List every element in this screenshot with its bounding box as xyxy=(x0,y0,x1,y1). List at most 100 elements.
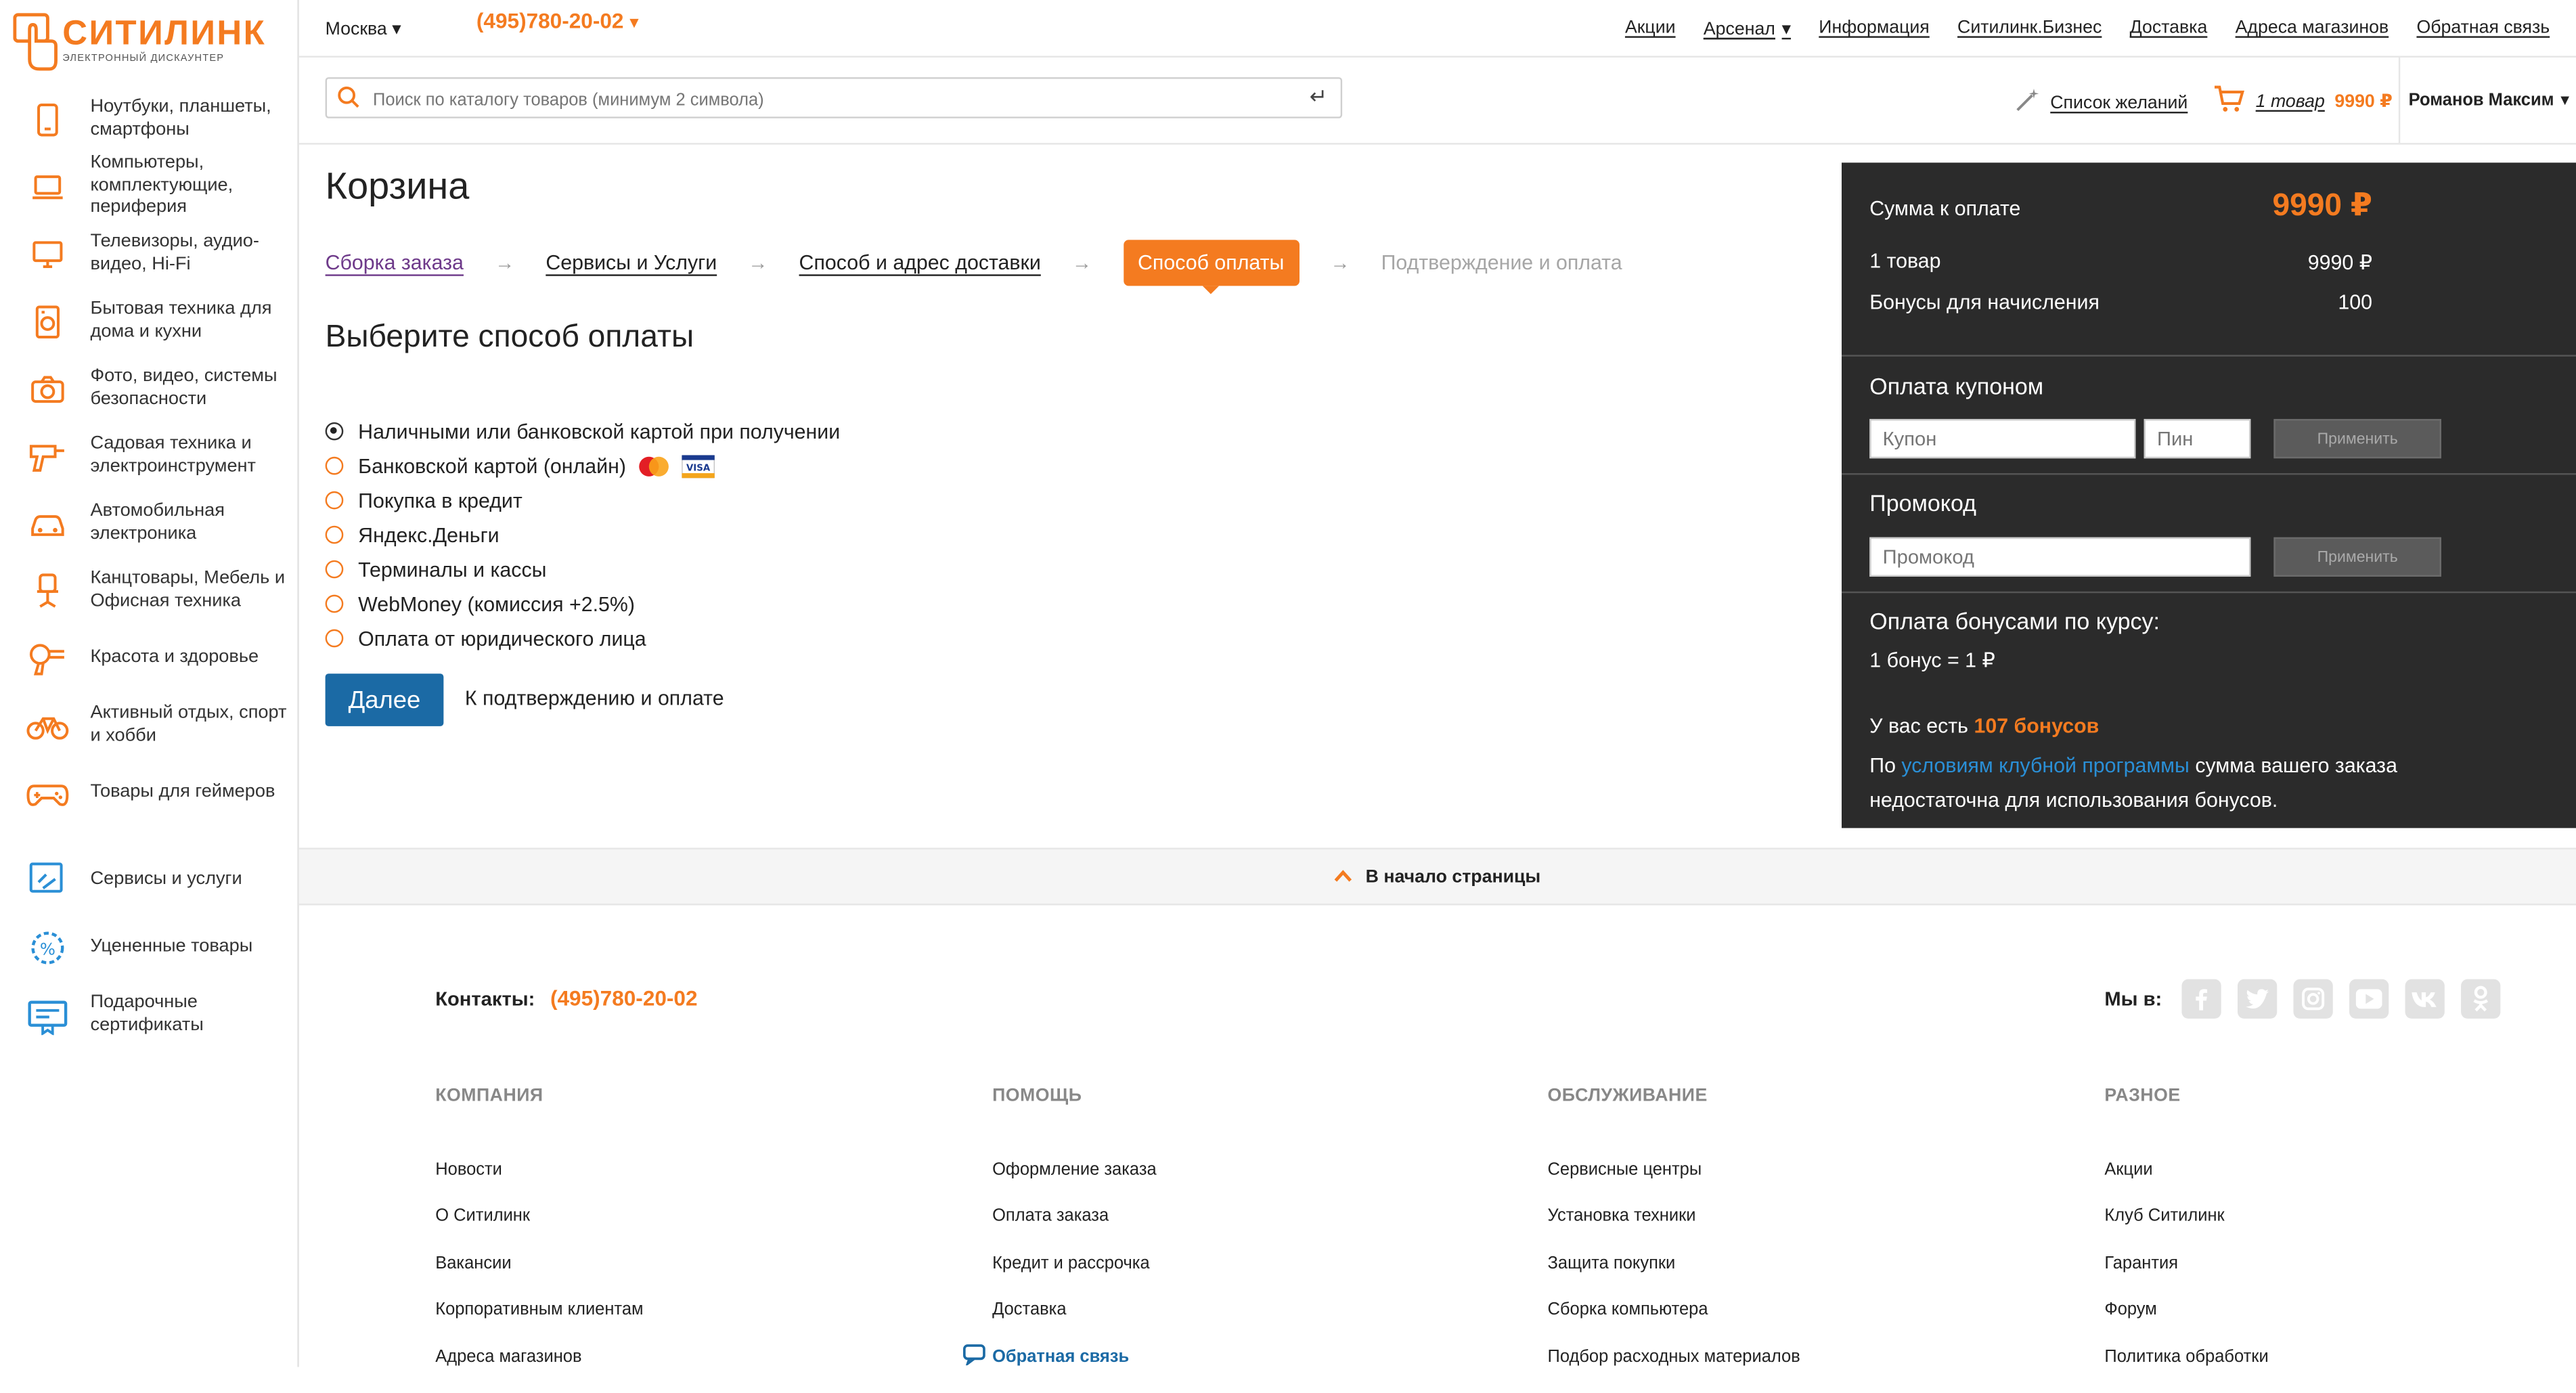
coupon-input[interactable] xyxy=(1869,418,2136,459)
vk-icon[interactable] xyxy=(2405,979,2445,1019)
citilink-logo[interactable]: СИТИЛИНК ЭЛЕКТРОННЫЙ ДИСКАУНТЕР xyxy=(13,10,284,76)
footer-link[interactable]: Вакансии xyxy=(435,1253,643,1300)
radio-button[interactable] xyxy=(325,629,344,648)
visa-icon: VISA xyxy=(682,454,715,478)
radio-button[interactable] xyxy=(325,456,344,475)
footer-link[interactable]: Адреса магазинов xyxy=(435,1346,643,1393)
footer-link[interactable]: Доставка xyxy=(992,1300,1157,1346)
payment-method-yandex[interactable]: Яндекс.Деньги xyxy=(325,518,841,552)
sidebar-item-garden[interactable]: Садовая техника и электроинструмент xyxy=(0,422,297,490)
sidebar-item-phones[interactable]: Ноутбуки, планшеты, смартфоны xyxy=(0,85,297,153)
sidebar-item-label: Автомобильная электроника xyxy=(90,501,225,544)
sidebar-item-services[interactable]: Сервисы и услуги xyxy=(0,846,297,914)
promo-apply-button[interactable]: Применить xyxy=(2273,537,2441,577)
arrow-right-icon: → xyxy=(1071,251,1092,275)
payment-method-webmoney[interactable]: WebMoney (комиссия +2.5%) xyxy=(325,587,841,621)
drill-icon xyxy=(24,433,70,479)
feedback-link[interactable]: Обратная связь xyxy=(962,1344,1129,1371)
top-link-info[interactable]: Информация xyxy=(1819,18,1930,40)
footer-link[interactable]: Форум xyxy=(2104,1300,2268,1346)
user-name: Романов Максим xyxy=(2408,90,2554,110)
camera-icon xyxy=(24,366,70,412)
svg-text:%: % xyxy=(40,938,55,958)
enter-icon[interactable]: ↵ xyxy=(1310,84,1327,110)
top-link-business[interactable]: Ситилинк.Бизнес xyxy=(1957,18,2102,40)
mastercard-icon xyxy=(639,456,669,476)
youtube-icon[interactable] xyxy=(2349,979,2389,1019)
method-label: Терминалы и кассы xyxy=(358,558,547,581)
top-link-feedback[interactable]: Обратная связь xyxy=(2416,18,2550,40)
payment-method-terminals[interactable]: Терминалы и кассы xyxy=(325,552,841,587)
footer-link[interactable]: Сервисные центры xyxy=(1548,1160,1800,1207)
header-phone[interactable]: (495)780-20-02 ▾ xyxy=(476,8,639,32)
footer-link[interactable]: Кредит и рассрочка xyxy=(992,1253,1157,1300)
sidebar-item-tv[interactable]: Телевизоры, аудио-видео, Hi-Fi xyxy=(0,220,297,288)
cart-link[interactable]: 1 товар 9990 ₽ xyxy=(2213,84,2393,118)
total-value: 9990 ₽ xyxy=(2272,189,2373,224)
radio-button[interactable] xyxy=(325,491,344,510)
footer-link[interactable]: Защита покупки xyxy=(1548,1253,1800,1300)
footer-link[interactable]: Корпоративным клиентам xyxy=(435,1300,643,1346)
instagram-icon[interactable] xyxy=(2293,979,2333,1019)
top-link-actions[interactable]: Акции xyxy=(1625,18,1676,40)
pin-input[interactable] xyxy=(2144,418,2251,459)
top-link-stores[interactable]: Адреса магазинов xyxy=(2236,18,2389,40)
top-link-arsenal[interactable]: Арсенал ▾ xyxy=(1704,18,1791,39)
sidebar-item-auto[interactable]: Автомобильная электроника xyxy=(0,489,297,557)
office-chair-icon xyxy=(24,568,70,614)
sidebar-item-gift[interactable]: Подарочные сертификаты xyxy=(0,981,297,1048)
back-to-top[interactable]: В начало страницы xyxy=(298,847,2576,906)
top-link-delivery[interactable]: Доставка xyxy=(2130,18,2208,40)
items-value: 9990 ₽ xyxy=(2307,251,2373,275)
radio-button[interactable] xyxy=(325,525,344,544)
step-delivery[interactable]: Способ и адрес доставки xyxy=(799,251,1041,274)
odnoklassniki-icon[interactable] xyxy=(2460,979,2501,1019)
club-program-link[interactable]: условиям клубной программы xyxy=(1901,754,2189,777)
search-box: ↵ xyxy=(325,77,1343,120)
search-row: ↵ Список желаний 1 товар 9990 ₽ Романов … xyxy=(298,57,2576,145)
next-button[interactable]: Далее xyxy=(325,673,444,726)
cart-count: 1 товар xyxy=(2255,91,2325,111)
promo-input[interactable] xyxy=(1869,537,2251,577)
step-services[interactable]: Сервисы и Услуги xyxy=(546,251,717,274)
sidebar-item-gaming[interactable]: Товары для геймеров xyxy=(0,759,297,826)
bonus-section: Оплата бонусами по курсу: 1 бонус = 1 ₽ … xyxy=(1842,593,2576,828)
contacts-phone[interactable]: (495)780-20-02 xyxy=(550,986,698,1010)
footer-link[interactable]: Установка техники xyxy=(1548,1207,1800,1254)
footer-link[interactable]: Гарантия xyxy=(2104,1253,2268,1300)
footer-link[interactable]: Подбор расходных материалов xyxy=(1548,1346,1800,1393)
payment-method-legal[interactable]: Оплата от юридического лица xyxy=(325,621,841,656)
step-assembly[interactable]: Сборка заказа xyxy=(326,251,464,274)
sidebar-item-appliances[interactable]: Бытовая техника для дома и кухни xyxy=(0,288,297,355)
facebook-icon[interactable] xyxy=(2181,979,2221,1019)
twitter-icon[interactable] xyxy=(2237,979,2278,1019)
sidebar-item-office[interactable]: Канцтовары, Мебель и Офисная техника xyxy=(0,557,297,625)
payment-method-card-online[interactable]: Банковской картой (онлайн) VISA xyxy=(325,449,841,483)
footer-link[interactable]: О Ситилинк xyxy=(435,1207,643,1254)
top-bar: Москва ▾ (495)780-20-02 ▾ Акции Арсенал ▾… xyxy=(298,0,2576,58)
radio-button[interactable] xyxy=(325,594,344,613)
sidebar-item-discount[interactable]: % Уцененные товары xyxy=(0,914,297,981)
sidebar-item-sport[interactable]: Активный отдых, спорт и хобби xyxy=(0,692,297,759)
footer-link[interactable]: Сборка компьютера xyxy=(1548,1300,1800,1346)
footer-link[interactable]: Оформление заказа xyxy=(992,1160,1157,1207)
footer-col-service: ОБСЛУЖИВАНИЕ Сервисные центры Установка … xyxy=(1548,1086,1800,1393)
footer-link[interactable]: Политика обработки xyxy=(2104,1346,2268,1393)
footer-link[interactable]: Оплата заказа xyxy=(992,1207,1157,1254)
search-input[interactable] xyxy=(370,79,1297,120)
payment-method-credit[interactable]: Покупка в кредит xyxy=(325,483,841,518)
sidebar-item-beauty[interactable]: Красота и здоровье xyxy=(0,624,297,692)
sidebar-item-photo[interactable]: Фото, видео, системы безопасности xyxy=(0,355,297,422)
city-selector[interactable]: Москва ▾ xyxy=(326,18,401,39)
user-menu[interactable]: Романов Максим ▾ xyxy=(2398,57,2576,143)
footer-link[interactable]: Новости xyxy=(435,1160,643,1207)
footer-link[interactable]: Клуб Ситилинк xyxy=(2104,1207,2268,1254)
radio-selected[interactable] xyxy=(325,422,344,441)
payment-method-cash[interactable]: Наличными или банковской картой при полу… xyxy=(325,414,840,449)
card-logos: VISA xyxy=(636,454,715,478)
coupon-apply-button[interactable]: Применить xyxy=(2273,418,2441,459)
radio-button[interactable] xyxy=(325,560,344,579)
wishlist-link[interactable]: Список желаний xyxy=(2014,87,2188,118)
sidebar-item-computers[interactable]: Компьютеры, комплектующие, периферия xyxy=(0,153,297,221)
footer-link[interactable]: Акции xyxy=(2104,1160,2268,1207)
